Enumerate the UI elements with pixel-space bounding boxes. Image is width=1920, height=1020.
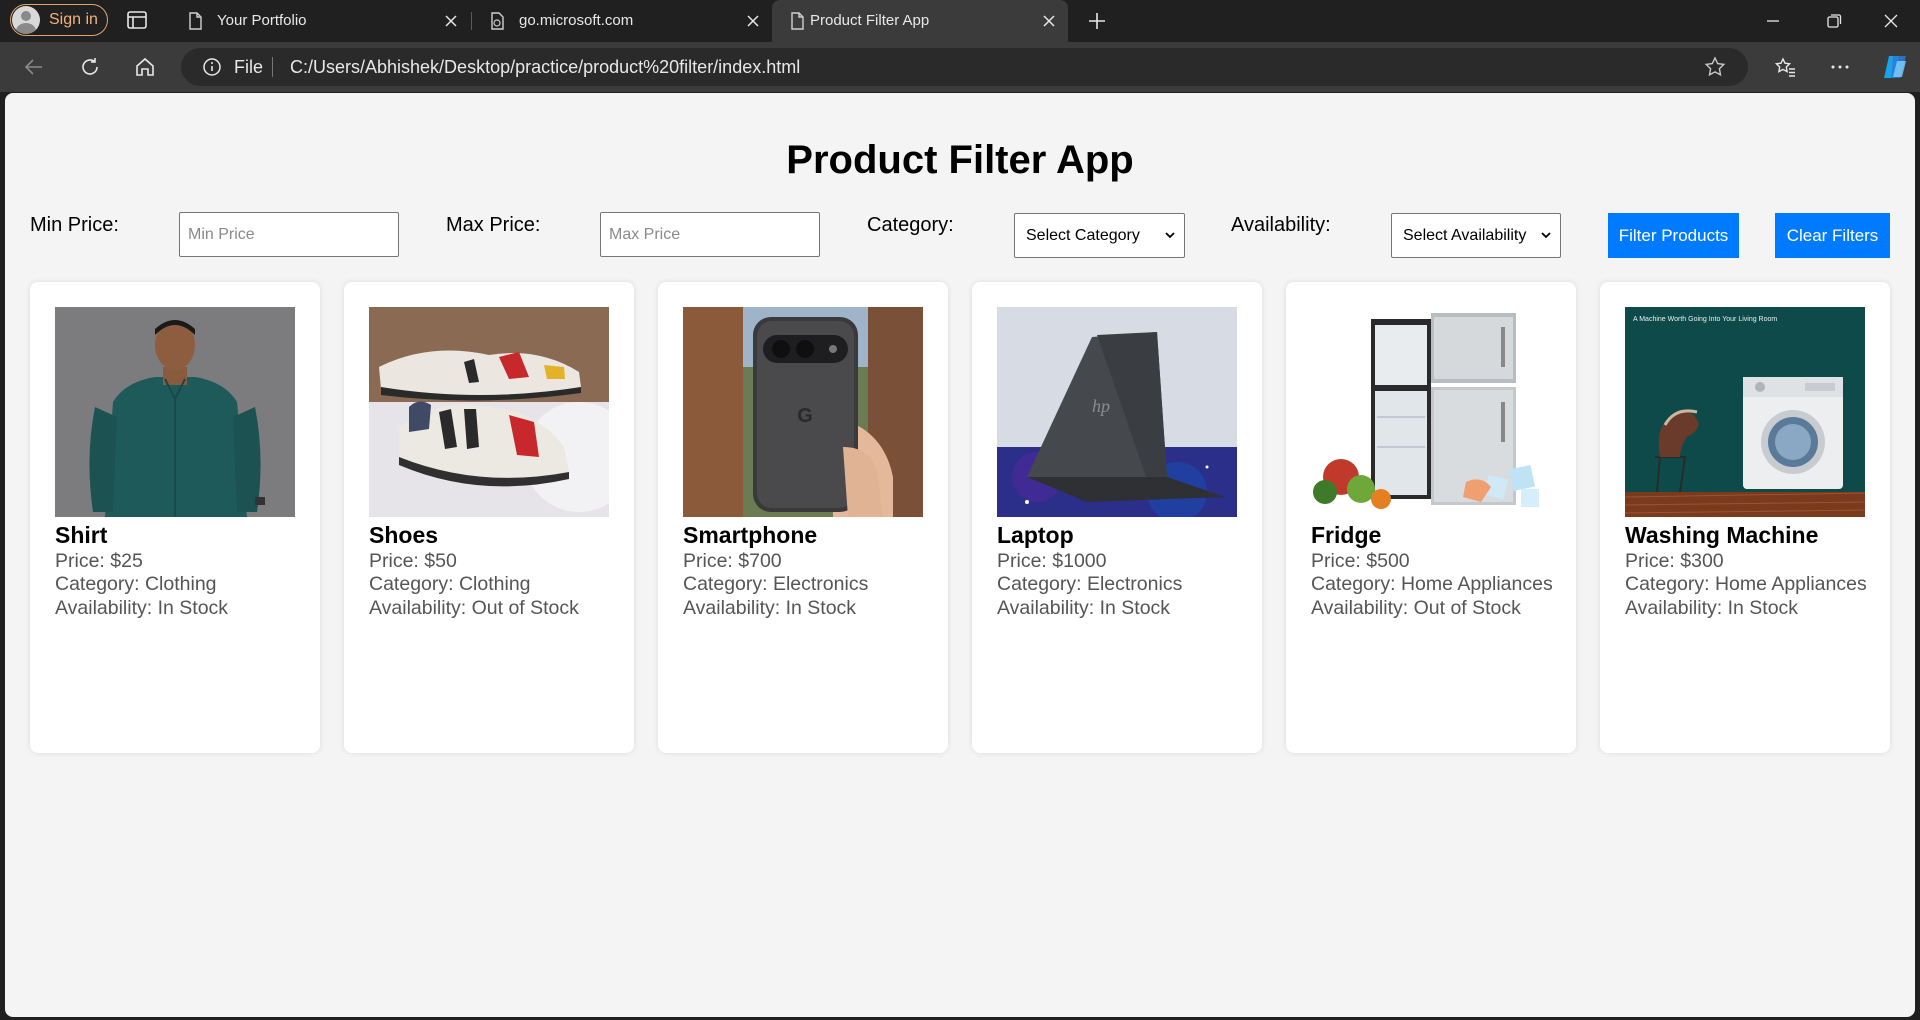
favorite-star-icon[interactable] xyxy=(1704,56,1726,78)
availability-selected-value: Select Availability xyxy=(1403,226,1527,244)
product-details: Price: $700 Category: Electronics Availa… xyxy=(683,550,933,620)
product-details: Price: $50 Category: Clothing Availabili… xyxy=(369,550,619,620)
more-options-icon[interactable] xyxy=(1828,55,1852,79)
tab-title: go.microsoft.com xyxy=(519,12,634,29)
product-availability: Availability: In Stock xyxy=(55,596,229,619)
category-label: Category: xyxy=(867,214,954,236)
page-loading-icon xyxy=(491,12,504,30)
copilot-icon[interactable] xyxy=(1880,52,1910,82)
product-name: Shoes xyxy=(369,522,439,548)
product-name: Shirt xyxy=(55,522,108,548)
product-card-smartphone: G Smartphone Price: $700 Category: Elect… xyxy=(658,282,948,753)
tab-go-microsoft[interactable]: go.microsoft.com xyxy=(472,0,772,42)
product-card-laptop: hp Laptop Price: $1000 Category: Electro… xyxy=(972,282,1262,753)
product-image-smartphone: G xyxy=(683,307,923,517)
product-category: Category: Home Appliances xyxy=(1311,573,1553,596)
category-select[interactable]: Select Category xyxy=(1014,213,1185,258)
product-card-fridge: Fridge Price: $500 Category: Home Applia… xyxy=(1286,282,1576,753)
tab-actions-icon[interactable] xyxy=(126,10,148,30)
clear-filters-button[interactable]: Clear Filters xyxy=(1775,213,1890,258)
product-category: Category: Clothing xyxy=(55,573,217,596)
address-divider xyxy=(272,57,273,77)
restore-icon[interactable] xyxy=(1823,10,1845,32)
new-tab-icon[interactable] xyxy=(1086,10,1108,32)
sign-in-button[interactable]: Sign in xyxy=(10,4,108,36)
product-card-shoes: Shoes Price: $50 Category: Clothing Avai… xyxy=(344,282,634,753)
chevron-down-icon xyxy=(1541,232,1551,239)
tab-title: Product Filter App xyxy=(810,12,930,29)
product-availability: Availability: Out of Stock xyxy=(1311,596,1521,619)
product-availability: Availability: In Stock xyxy=(1625,596,1799,619)
product-category: Category: Electronics xyxy=(997,573,1183,596)
product-details: Price: $1000 Category: Electronics Avail… xyxy=(997,550,1247,620)
availability-label: Availability: xyxy=(1231,214,1331,236)
product-price: Price: $1000 xyxy=(997,550,1107,572)
product-availability: Availability: In Stock xyxy=(683,596,857,619)
close-tab-icon[interactable] xyxy=(1040,12,1058,30)
browser-tab-bar: Sign in Your Portfolio go.microsoft.com … xyxy=(0,0,1920,42)
product-image-shirt xyxy=(55,307,295,517)
category-selected-value: Select Category xyxy=(1026,226,1140,244)
product-name: Laptop xyxy=(997,522,1074,548)
min-price-label: Min Price: xyxy=(30,214,119,236)
filter-products-button[interactable]: Filter Products xyxy=(1608,213,1739,258)
max-price-input[interactable] xyxy=(600,212,820,257)
product-category: Category: Electronics xyxy=(683,573,869,596)
home-icon[interactable] xyxy=(133,55,157,79)
availability-select[interactable]: Select Availability xyxy=(1391,213,1561,258)
ad-text: A Machine Worth Going Into Your Living R… xyxy=(1633,316,1777,323)
profile-avatar-icon xyxy=(12,6,40,34)
product-category: Category: Clothing xyxy=(369,573,531,596)
tab-your-portfolio[interactable]: Your Portfolio xyxy=(170,0,470,42)
page-title: Product Filter App xyxy=(786,138,1134,182)
product-price: Price: $50 xyxy=(369,550,457,572)
min-price-input[interactable] xyxy=(179,212,399,257)
product-image-washing-machine: A Machine Worth Going Into Your Living R… xyxy=(1625,307,1865,517)
product-price: Price: $700 xyxy=(683,550,782,572)
favorites-icon[interactable] xyxy=(1773,55,1797,79)
close-tab-icon[interactable] xyxy=(442,12,460,30)
url-text[interactable]: C:/Users/Abhishek/Desktop/practice/produ… xyxy=(290,57,800,78)
page-viewport: Product Filter App Min Price: Max Price:… xyxy=(5,93,1915,1017)
back-icon[interactable] xyxy=(22,55,46,79)
browser-toolbar: File C:/Users/Abhishek/Desktop/practice/… xyxy=(0,42,1920,92)
product-image-laptop: hp xyxy=(997,307,1237,517)
product-details: Price: $25 Category: Clothing Availabili… xyxy=(55,550,305,620)
product-availability: Availability: In Stock xyxy=(997,596,1171,619)
minimize-icon[interactable] xyxy=(1762,10,1784,32)
svg-text:hp: hp xyxy=(1092,396,1110,416)
product-availability: Availability: Out of Stock xyxy=(369,596,579,619)
product-image-shoes xyxy=(369,307,609,517)
scheme-label: File xyxy=(234,57,264,77)
product-details: Price: $300 Category: Home Appliances Av… xyxy=(1625,550,1875,620)
product-details: Price: $500 Category: Home Appliances Av… xyxy=(1311,550,1561,620)
sign-in-label: Sign in xyxy=(49,11,98,28)
product-image-fridge xyxy=(1311,307,1551,517)
tab-product-filter-app[interactable]: Product Filter App xyxy=(772,0,1068,42)
product-price: Price: $25 xyxy=(55,550,143,572)
refresh-icon[interactable] xyxy=(78,55,102,79)
product-price: Price: $500 xyxy=(1311,550,1410,572)
info-icon[interactable] xyxy=(202,57,222,77)
page-icon xyxy=(791,12,804,30)
product-name: Smartphone xyxy=(683,522,818,548)
max-price-label: Max Price: xyxy=(446,214,541,236)
chevron-down-icon xyxy=(1165,232,1175,239)
product-card-shirt: Shirt Price: $25 Category: Clothing Avai… xyxy=(30,282,320,753)
product-card-washing-machine: A Machine Worth Going Into Your Living R… xyxy=(1600,282,1890,753)
product-price: Price: $300 xyxy=(1625,550,1724,572)
product-name: Washing Machine xyxy=(1625,522,1819,548)
close-tab-icon[interactable] xyxy=(744,12,762,30)
product-name: Fridge xyxy=(1311,522,1382,548)
tab-title: Your Portfolio xyxy=(217,12,307,29)
close-window-icon[interactable] xyxy=(1880,10,1902,32)
product-category: Category: Home Appliances xyxy=(1625,573,1867,596)
address-bar[interactable]: File C:/Users/Abhishek/Desktop/practice/… xyxy=(181,48,1748,86)
svg-text:G: G xyxy=(797,405,813,427)
page-icon xyxy=(189,12,202,30)
